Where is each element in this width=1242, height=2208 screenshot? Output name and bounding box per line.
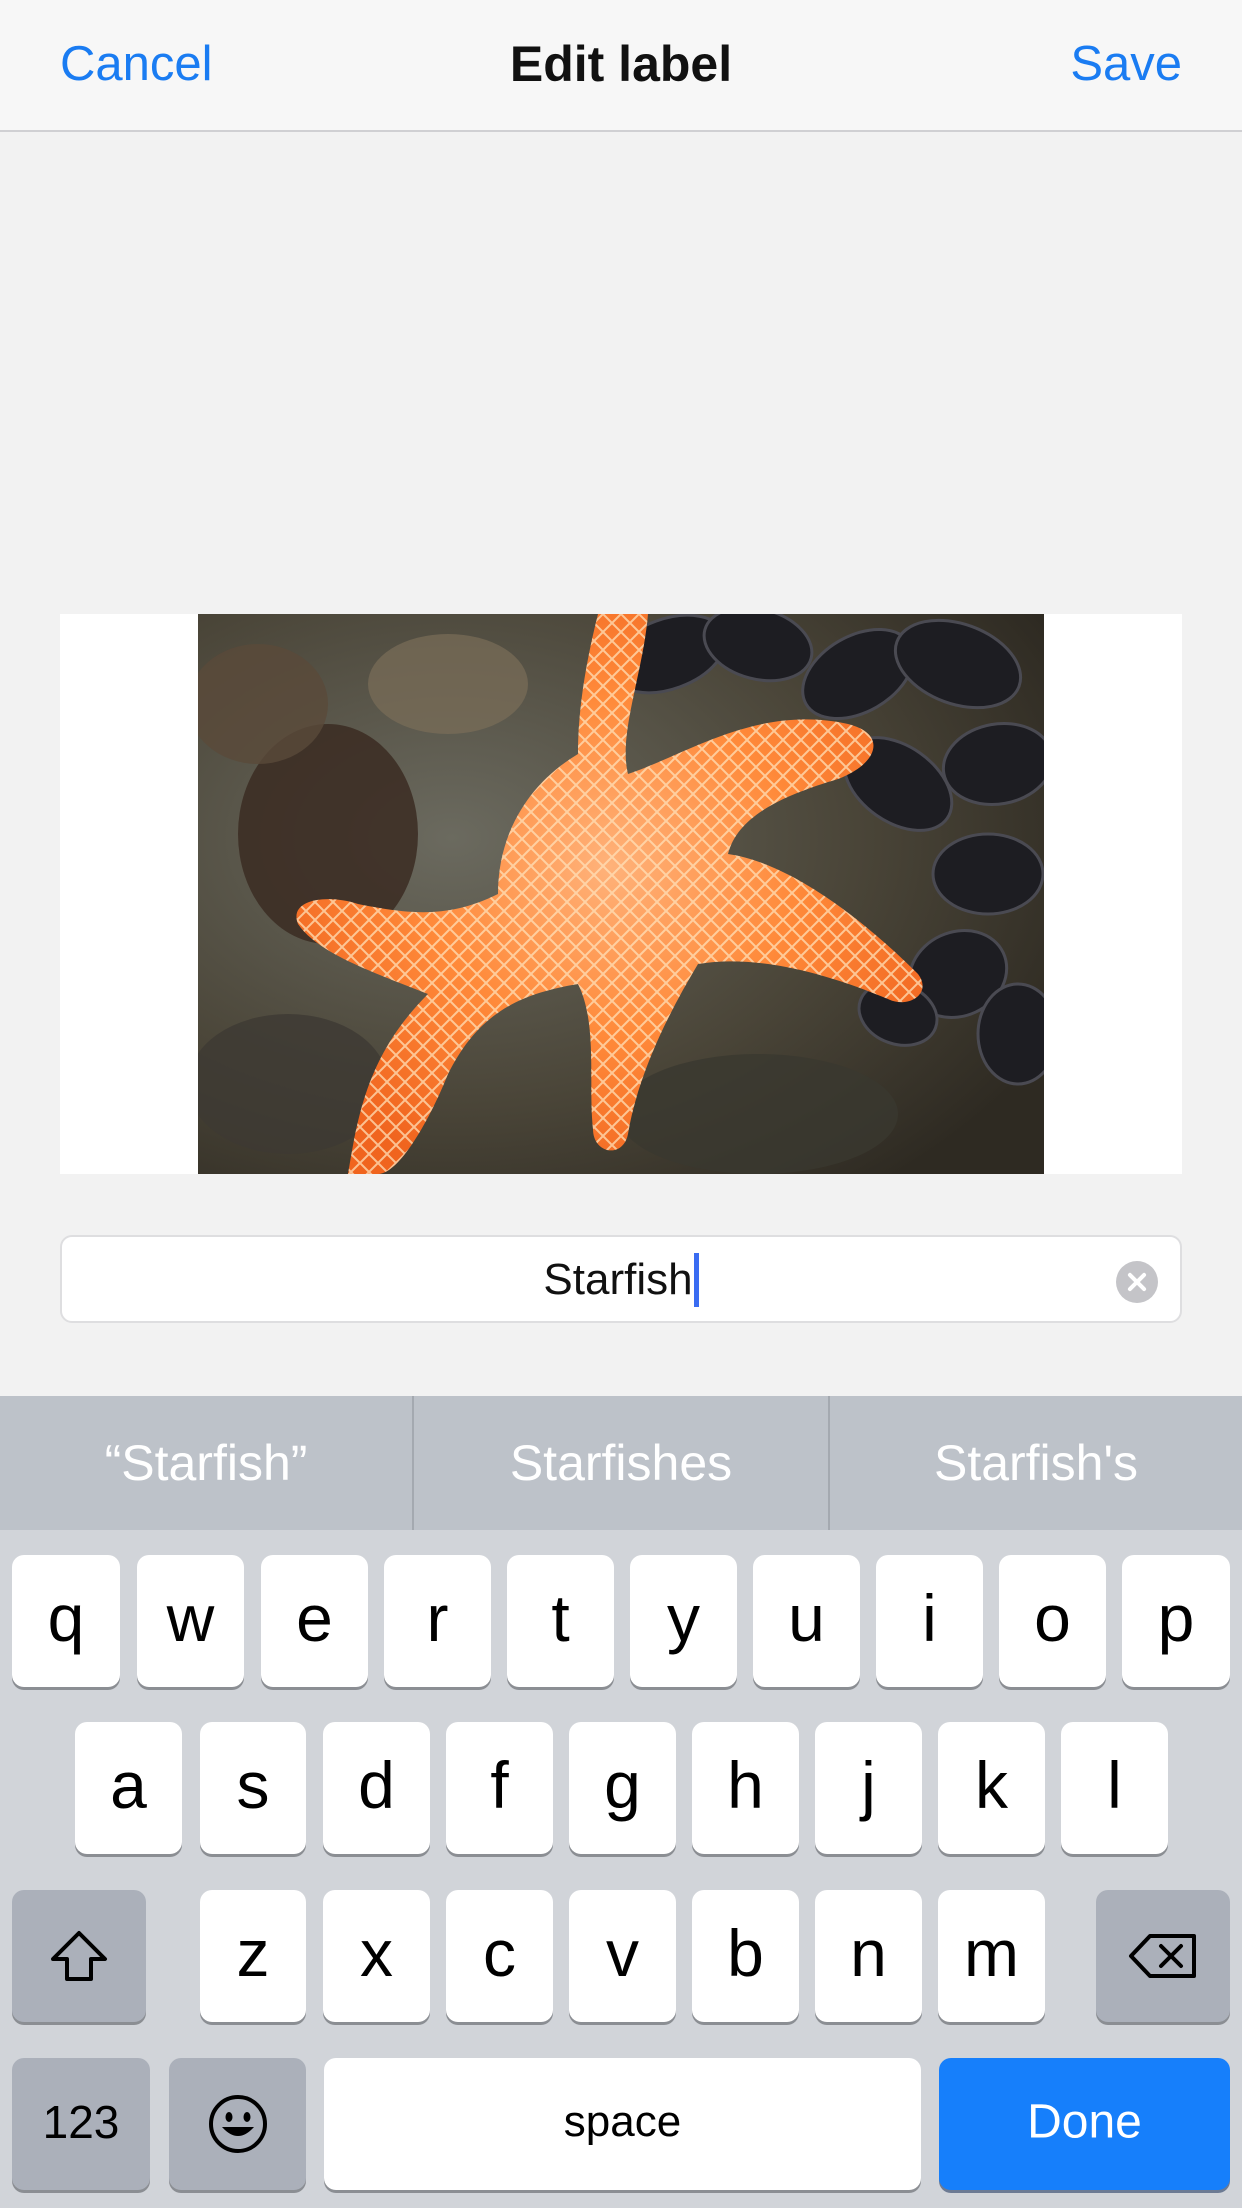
key-l[interactable]: l xyxy=(1061,1722,1168,1854)
key-k[interactable]: k xyxy=(938,1722,1045,1854)
keyboard: q w e r t y u i o p a s d f g h j k l z … xyxy=(0,1530,1242,2208)
key-n[interactable]: n xyxy=(815,1890,922,2022)
label-input-text: Starfish xyxy=(62,1253,1180,1307)
suggestion-item[interactable]: Starfish's xyxy=(830,1396,1242,1530)
suggestion-item[interactable]: Starfishes xyxy=(414,1396,828,1530)
key-a[interactable]: a xyxy=(75,1722,182,1854)
key-t[interactable]: t xyxy=(507,1555,614,1687)
key-v[interactable]: v xyxy=(569,1890,676,2022)
shift-key[interactable] xyxy=(12,1890,146,2022)
key-d[interactable]: d xyxy=(323,1722,430,1854)
suggestion-item[interactable]: “Starfish” xyxy=(0,1396,412,1530)
page-title: Edit label xyxy=(509,36,733,92)
key-y[interactable]: y xyxy=(630,1555,737,1687)
backspace-icon xyxy=(1129,1934,1196,1978)
numbers-key[interactable]: 123 xyxy=(12,2058,150,2190)
shift-icon xyxy=(51,1931,107,1981)
space-key[interactable]: space xyxy=(324,2058,921,2190)
key-m[interactable]: m xyxy=(938,1890,1045,2022)
save-button[interactable]: Save xyxy=(1070,34,1182,94)
key-c[interactable]: c xyxy=(446,1890,553,2022)
done-key[interactable]: Done xyxy=(939,2058,1230,2190)
backspace-key[interactable] xyxy=(1096,1890,1230,2022)
key-q[interactable]: q xyxy=(12,1555,120,1687)
key-i[interactable]: i xyxy=(876,1555,983,1687)
suggestion-bar: “Starfish” Starfishes Starfish's xyxy=(0,1396,1242,1530)
label-input[interactable]: Starfish xyxy=(60,1235,1182,1323)
key-w[interactable]: w xyxy=(137,1555,244,1687)
key-b[interactable]: b xyxy=(692,1890,799,2022)
key-f[interactable]: f xyxy=(446,1722,553,1854)
key-z[interactable]: z xyxy=(200,1890,306,2022)
emoji-key[interactable] xyxy=(169,2058,306,2190)
key-j[interactable]: j xyxy=(815,1722,922,1854)
key-h[interactable]: h xyxy=(692,1722,799,1854)
starfish-photo xyxy=(198,614,1044,1174)
key-x[interactable]: x xyxy=(323,1890,430,2022)
key-o[interactable]: o xyxy=(999,1555,1106,1687)
key-s[interactable]: s xyxy=(200,1722,306,1854)
key-p[interactable]: p xyxy=(1122,1555,1230,1687)
key-g[interactable]: g xyxy=(569,1722,676,1854)
key-e[interactable]: e xyxy=(261,1555,368,1687)
key-u[interactable]: u xyxy=(753,1555,860,1687)
image-preview-frame xyxy=(60,614,1182,1174)
emoji-icon xyxy=(208,2095,267,2153)
navigation-bar: Cancel Edit label Save xyxy=(0,0,1242,132)
clear-icon[interactable] xyxy=(1116,1261,1158,1303)
key-r[interactable]: r xyxy=(384,1555,491,1687)
text-cursor xyxy=(693,1253,699,1307)
